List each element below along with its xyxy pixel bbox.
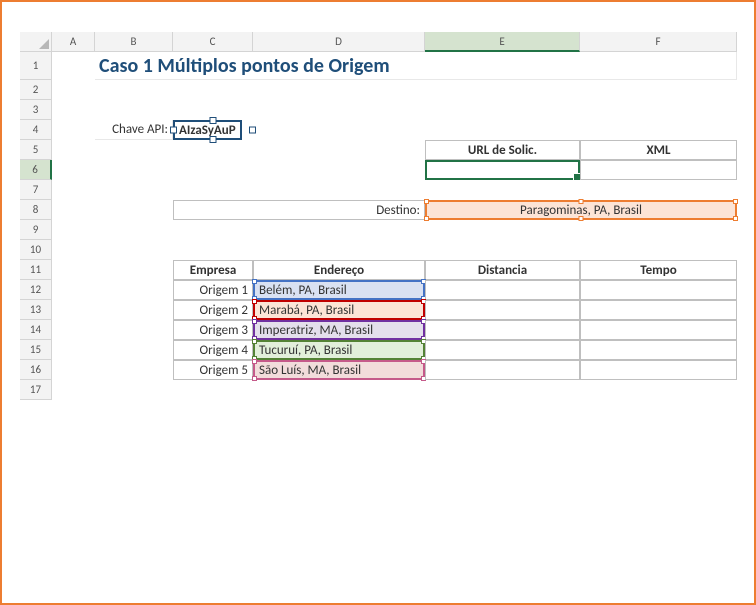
table-row: 15 Origem 4Tucuruí, PA, Brasil xyxy=(20,340,736,360)
cell-A4[interactable] xyxy=(52,120,95,140)
row-header-12[interactable]: 12 xyxy=(20,280,52,300)
cell-spacer[interactable] xyxy=(52,280,173,300)
cell-spacer[interactable] xyxy=(52,300,173,320)
origem-label[interactable]: Origem 3 xyxy=(173,320,253,340)
origem-endereco[interactable]: Imperatriz, MA, Brasil xyxy=(253,320,425,340)
cell-row8-left[interactable] xyxy=(52,200,173,220)
xml-header[interactable]: XML xyxy=(580,140,737,160)
url-solic-value[interactable] xyxy=(425,160,580,180)
row-header-6[interactable]: 6 xyxy=(20,160,52,180)
page-title[interactable]: Caso 1 Múltiplos pontos de Origem xyxy=(95,52,737,80)
table-header-tempo[interactable]: Tempo xyxy=(580,260,737,280)
table-row: 12 Origem 1Belém, PA, Brasil xyxy=(20,280,736,300)
xml-value[interactable] xyxy=(580,160,737,180)
origem-endereco[interactable]: Tucuruí, PA, Brasil xyxy=(253,340,425,360)
app-frame: A B C D E F 1 Caso 1 Múltiplos pontos de… xyxy=(0,0,756,605)
origem-distancia[interactable] xyxy=(425,360,580,380)
col-header-A[interactable]: A xyxy=(52,32,95,52)
row-header-15[interactable]: 15 xyxy=(20,340,52,360)
chave-api-value: AIzaSyAuP xyxy=(173,120,242,140)
origem-tempo[interactable] xyxy=(580,340,737,360)
origem-endereco[interactable]: Belém, PA, Brasil xyxy=(253,280,425,300)
cell-row4-rest[interactable] xyxy=(253,120,737,140)
row-header-14[interactable]: 14 xyxy=(20,320,52,340)
origem-label[interactable]: Origem 4 xyxy=(173,340,253,360)
table-header-distancia[interactable]: Distancia xyxy=(425,260,580,280)
origem-distancia[interactable] xyxy=(425,320,580,340)
cell-row7[interactable] xyxy=(52,180,737,200)
col-header-D[interactable]: D xyxy=(253,32,425,52)
origem-tempo[interactable] xyxy=(580,360,737,380)
row-header-4[interactable]: 4 xyxy=(20,120,52,140)
cell-row11-left[interactable] xyxy=(52,260,173,280)
cell-A1[interactable] xyxy=(52,52,95,80)
select-all-corner[interactable] xyxy=(20,32,52,52)
origem-label[interactable]: Origem 1 xyxy=(173,280,253,300)
cell-row6-left[interactable] xyxy=(52,160,425,180)
chave-api-cell[interactable]: AIzaSyAuP xyxy=(173,120,253,140)
origem-distancia[interactable] xyxy=(425,280,580,300)
cell-row3[interactable] xyxy=(52,100,737,120)
cell-spacer[interactable] xyxy=(52,320,173,340)
row-header-10[interactable]: 10 xyxy=(20,240,52,260)
row-header-3[interactable]: 3 xyxy=(20,100,52,120)
origem-tempo[interactable] xyxy=(580,280,737,300)
origem-tempo[interactable] xyxy=(580,320,737,340)
cell-spacer[interactable] xyxy=(52,360,173,380)
table-row: 13 Origem 2Marabá, PA, Brasil xyxy=(20,300,736,320)
origem-label[interactable]: Origem 5 xyxy=(173,360,253,380)
col-header-B[interactable]: B xyxy=(95,32,173,52)
table-header-empresa[interactable]: Empresa xyxy=(173,260,253,280)
table-row: 16 Origem 5São Luís, MA, Brasil xyxy=(20,360,736,380)
chave-api-label: Chave API: xyxy=(95,120,173,140)
origem-label[interactable]: Origem 2 xyxy=(173,300,253,320)
origem-distancia[interactable] xyxy=(425,340,580,360)
row-header-8[interactable]: 8 xyxy=(20,200,52,220)
row-header-1[interactable]: 1 xyxy=(20,52,52,80)
cell-row2[interactable] xyxy=(52,80,737,100)
row-header-5[interactable]: 5 xyxy=(20,140,52,160)
table-row: 14 Origem 3Imperatriz, MA, Brasil xyxy=(20,320,736,340)
col-header-F[interactable]: F xyxy=(580,32,737,52)
cell-spacer[interactable] xyxy=(52,340,173,360)
cell-row10[interactable] xyxy=(52,240,737,260)
col-header-C[interactable]: C xyxy=(173,32,253,52)
destino-value[interactable]: Paragominas, PA, Brasil xyxy=(425,200,737,220)
row-header-17[interactable]: 17 xyxy=(20,380,52,400)
row-header-11[interactable]: 11 xyxy=(20,260,52,280)
table-header-endereco[interactable]: Endereço xyxy=(253,260,425,280)
row-header-7[interactable]: 7 xyxy=(20,180,52,200)
row-header-2[interactable]: 2 xyxy=(20,80,52,100)
cell-row17[interactable] xyxy=(52,380,737,400)
row-header-16[interactable]: 16 xyxy=(20,360,52,380)
origem-distancia[interactable] xyxy=(425,300,580,320)
origem-endereco[interactable]: Marabá, PA, Brasil xyxy=(253,300,425,320)
row-header-13[interactable]: 13 xyxy=(20,300,52,320)
origem-tempo[interactable] xyxy=(580,300,737,320)
spreadsheet: A B C D E F 1 Caso 1 Múltiplos pontos de… xyxy=(20,32,736,585)
cell-row9[interactable] xyxy=(52,220,737,240)
origem-endereco[interactable]: São Luís, MA, Brasil xyxy=(253,360,425,380)
cell-row5-left[interactable] xyxy=(52,140,425,160)
row-header-9[interactable]: 9 xyxy=(20,220,52,240)
destino-label: Destino: xyxy=(173,200,425,220)
grid-header-row: A B C D E F xyxy=(20,32,736,52)
url-solic-header[interactable]: URL de Solic. xyxy=(425,140,580,160)
col-header-E[interactable]: E xyxy=(425,32,580,52)
